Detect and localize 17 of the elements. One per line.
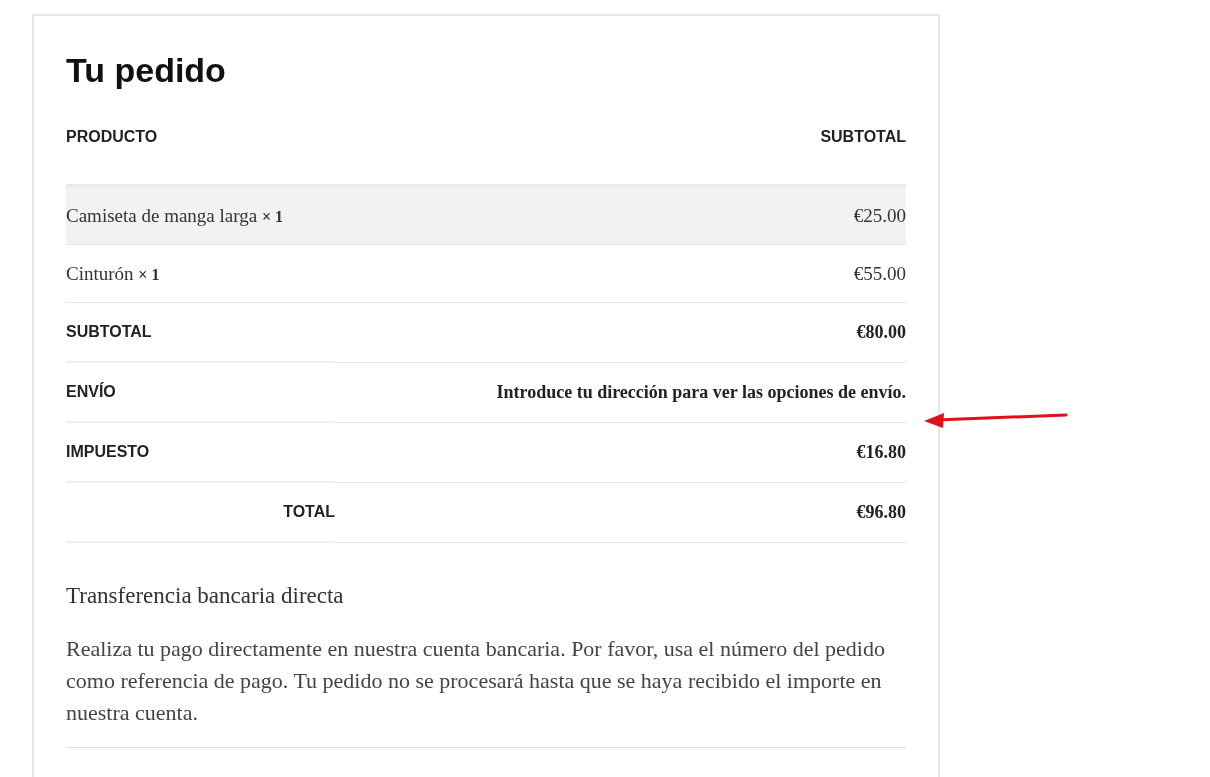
total-label: IMPUESTO [66, 423, 335, 483]
product-name: Camiseta de manga larga × 1 [66, 204, 284, 227]
total-label: TOTAL [66, 483, 335, 543]
payment-description: Realiza tu pago directamente en nuestra cuenta bancaria. Por favor, usa el número del pedido como referencia de pago. Tu pedido no se procesará hasta que se haya recibido el importe en nuestra cuenta. [66, 633, 906, 748]
total-value: €96.80 [856, 502, 906, 523]
line-subtotal: €55.00 [853, 262, 906, 285]
column-header: SUBTOTAL [820, 127, 906, 146]
page-title: Tu pedido [66, 50, 227, 90]
total-label: ENVÍO [66, 363, 335, 423]
total-label: SUBTOTAL [66, 303, 335, 363]
total-value: Introduce tu dirección para ver las opciones de envío. [496, 382, 906, 403]
total-value: €16.80 [856, 442, 906, 463]
line-subtotal: €25.00 [853, 204, 906, 227]
total-value: €80.00 [856, 322, 906, 343]
product-name: Cinturón × 1 [66, 262, 160, 285]
column-header: PRODUCTO [66, 127, 158, 146]
payment-method-title: Transferencia bancaria directa [66, 583, 345, 609]
